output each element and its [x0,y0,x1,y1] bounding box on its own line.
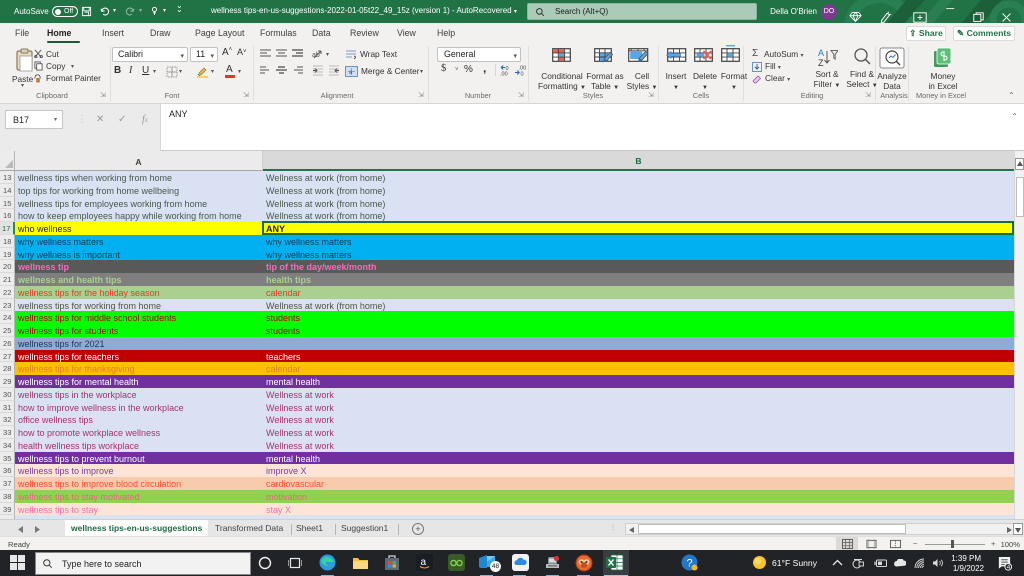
svg-text:4: 4 [1007,564,1011,571]
svg-text:Z: Z [818,58,824,68]
svg-text:ab: ab [312,52,320,59]
svg-text:0: 0 [521,72,524,77]
svg-text:a: a [421,557,427,568]
svg-text:.00: .00 [500,72,508,77]
svg-text:A: A [818,48,824,58]
